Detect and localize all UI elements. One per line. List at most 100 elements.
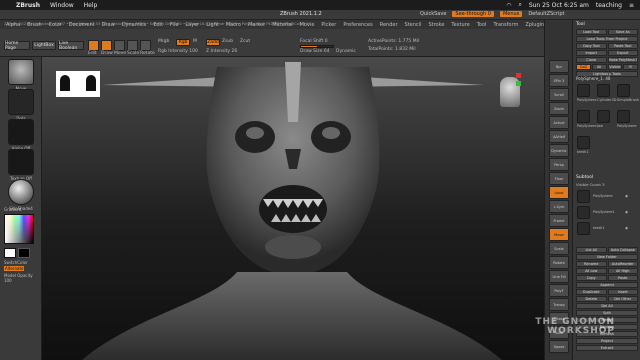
visible-count-slider[interactable]: Visible Count 3 [576, 182, 605, 187]
live-boolean-button[interactable]: Live Boolean [58, 41, 84, 51]
m-toggle[interactable]: M [193, 39, 197, 44]
shelf-xpose-button[interactable]: Xpose [549, 340, 569, 353]
tray-button-all-high[interactable]: All High [607, 268, 638, 274]
draw-mode-icon[interactable] [101, 40, 112, 51]
scale-mode-icon[interactable] [127, 40, 138, 51]
tool-thumbnail[interactable] [577, 136, 590, 149]
tray-button-make-polymesh3d[interactable]: Make PolyMesh3D [607, 57, 638, 63]
stroke-selector[interactable]: Dots [4, 89, 38, 121]
app-menu[interactable]: ZBrush [16, 2, 40, 9]
tray-button-insert[interactable]: Insert [607, 289, 638, 295]
tray-button-append[interactable]: Append [576, 282, 638, 288]
viewport-canvas[interactable] [42, 57, 544, 360]
zsub-toggle[interactable]: Zsub [222, 39, 233, 44]
tray-button-paste[interactable]: Paste [607, 275, 638, 281]
switch-color-button[interactable]: SwitchColor [4, 260, 28, 265]
tray-button-auto-collapse[interactable]: Auto Collapse [607, 247, 638, 253]
current-tool-label[interactable]: PolySphere_1. 48 [576, 76, 610, 81]
subtool-thumbnail[interactable] [577, 206, 590, 219]
color-picker[interactable] [4, 214, 34, 244]
tool-thumbnail[interactable] [577, 110, 590, 123]
tray-button-import[interactable]: Import [576, 50, 607, 56]
tray-button-load-tools-from-project[interactable]: Load Tools From Project [576, 36, 638, 42]
subtool-label[interactable]: teeth1 [593, 226, 605, 230]
subtool-thumbnail[interactable] [577, 190, 590, 203]
tray-button-r[interactable]: R [623, 64, 638, 70]
wifi-icon[interactable]: ◠ [506, 2, 511, 9]
tray-button-export[interactable]: Export [607, 50, 638, 56]
shelf-persp-button[interactable]: Persp [549, 158, 569, 171]
tray-button-del-all[interactable]: Del All [576, 303, 638, 309]
texture-selector[interactable]: Texture Off [4, 149, 38, 181]
shelf-aahalf-button[interactable]: AAHalf [549, 130, 569, 143]
search-icon[interactable]: ⌕ [518, 1, 521, 9]
lightbox-button[interactable]: LightBox [32, 41, 56, 50]
shelf-floor-button[interactable]: Floor [549, 172, 569, 185]
brush-selector[interactable]: Move [4, 59, 38, 91]
alpha-selector[interactable]: Alpha Off [4, 119, 38, 151]
tool-thumbnail[interactable] [617, 84, 630, 97]
shelf-l-sym-button[interactable]: L.Sym [549, 200, 569, 213]
user-name[interactable]: teaching [596, 2, 622, 9]
shelf-spix-3-button[interactable]: SPix 3 [549, 74, 569, 87]
shelf-zoom-button[interactable]: Zoom [549, 102, 569, 115]
home-page-button[interactable]: Home Page [4, 41, 30, 51]
tray-button-copy-tool[interactable]: Copy Tool [576, 43, 607, 49]
shelf-move-button[interactable]: Move [549, 228, 569, 241]
tray-button-autoreorder[interactable]: AutoReorder [607, 261, 638, 267]
tray-button-all[interactable]: All [591, 64, 607, 70]
zmenu-texture[interactable]: Texture [451, 22, 469, 28]
tray-button-save-as[interactable]: Save As [607, 29, 638, 35]
zmenu-tool[interactable]: Tool [477, 22, 487, 28]
document-thumbnail[interactable] [56, 71, 100, 97]
rgb-toggle[interactable]: Rgb [176, 39, 190, 46]
see-through-slider[interactable]: See-through 0 [452, 11, 494, 17]
rgb-intensity-slider[interactable]: Rgb Intensity 100 [158, 49, 198, 54]
tray-button-delete[interactable]: Delete [576, 296, 607, 302]
tray-button-split[interactable]: Split [576, 310, 638, 316]
tray-button-load-tool[interactable]: Load Tool [576, 29, 607, 35]
zmenu-stroke[interactable]: Stroke [428, 22, 444, 28]
eye-icon[interactable]: ◉ [625, 226, 628, 230]
subtool-thumbnail[interactable] [577, 222, 590, 235]
shelf-actual-button[interactable]: Actual [549, 116, 569, 129]
menu-help[interactable]: Help [84, 2, 98, 9]
tray-button-extract[interactable]: Extract [576, 345, 638, 351]
subtool-label[interactable]: PolySphere1 [593, 210, 615, 214]
move-mode-icon[interactable] [114, 40, 125, 51]
tray-button-clone[interactable]: Clone [576, 57, 607, 63]
model-opacity-slider[interactable]: Model Opacity 100 [4, 273, 41, 283]
axis-y-icon[interactable] [516, 81, 521, 86]
zmenu-stencil[interactable]: Stencil [405, 22, 422, 28]
shelf-scroll-button[interactable]: Scroll [549, 88, 569, 101]
subtool-header[interactable]: Subtool [576, 175, 593, 180]
zmenu-zplugin[interactable]: Zplugin [525, 22, 544, 28]
zcut-toggle[interactable]: Zcut [240, 39, 250, 44]
menu-window[interactable]: Window [50, 2, 74, 9]
subtool-label[interactable]: PolySphere [593, 194, 613, 198]
alternate-button[interactable]: Alternate [4, 266, 25, 271]
tray-button-goz[interactable]: GoZ [576, 64, 591, 70]
tray-button-project[interactable]: Project [576, 338, 638, 344]
tool-thumbnail[interactable] [617, 110, 630, 123]
shelf-dynamic-button[interactable]: Dynamic [549, 144, 569, 157]
secondary-color-swatch[interactable] [18, 248, 30, 258]
tool-thumbnail[interactable] [597, 84, 610, 97]
tray-button-all-low[interactable]: All Low [576, 268, 607, 274]
shelf-rotate-button[interactable]: Rotate [549, 256, 569, 269]
control-center-icon[interactable]: ≡ [629, 2, 634, 9]
zadd-toggle[interactable]: Zadd [206, 39, 220, 46]
shelf-frame-button[interactable]: Frame [549, 214, 569, 227]
clock[interactable]: Sun 25 Oct 6:25 am [529, 2, 589, 9]
shelf-line-fill-button[interactable]: Line Fill [549, 270, 569, 283]
axis-x-icon[interactable] [516, 73, 521, 78]
edit-mode-icon[interactable] [88, 40, 99, 51]
tray-button-list-all[interactable]: List All [576, 247, 607, 253]
rotate-mode-icon[interactable] [140, 40, 151, 51]
mrgb-toggle[interactable]: Mrgb [158, 39, 169, 44]
tray-button-paste-tool[interactable]: Paste Tool [607, 43, 638, 49]
tool-header[interactable]: Tool [576, 22, 585, 27]
tray-button-del-other[interactable]: Del Other [607, 296, 638, 302]
zmenu-transform[interactable]: Transform [493, 22, 518, 28]
tray-button-copy[interactable]: Copy [576, 275, 607, 281]
